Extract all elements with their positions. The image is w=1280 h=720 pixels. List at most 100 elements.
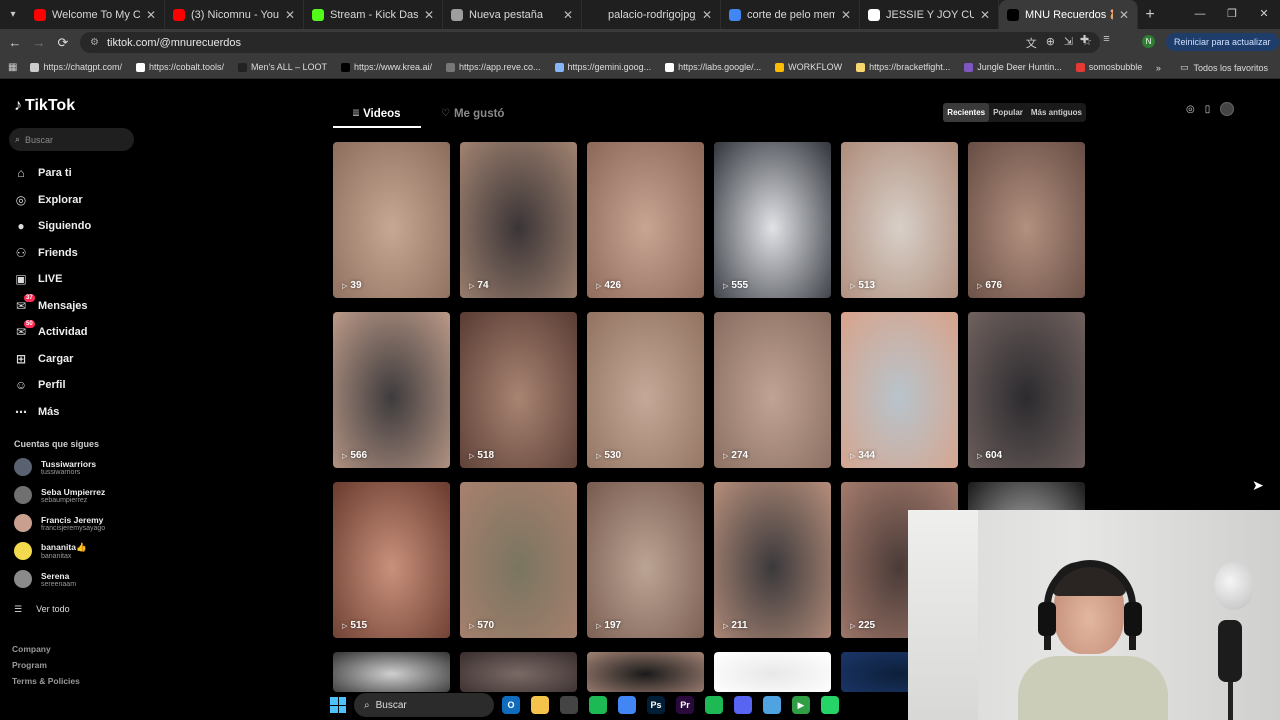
close-tab-icon[interactable]: ✕ xyxy=(702,8,712,22)
sidebar-item-parati[interactable]: ⌂ Para ti xyxy=(14,160,91,187)
tab-search-chevron-icon[interactable]: ▾ xyxy=(0,0,26,29)
footer-link-program[interactable]: Program xyxy=(12,657,80,673)
close-tab-icon[interactable]: ✕ xyxy=(424,8,434,22)
search-input[interactable]: ⌕ Buscar xyxy=(9,128,134,151)
close-tab-icon[interactable]: ✕ xyxy=(146,8,156,22)
restart-to-update-button[interactable]: Reiniciar para actualizar xyxy=(1166,33,1279,51)
all-bookmarks[interactable]: » ▭ Todos los favoritos xyxy=(1156,56,1268,79)
chevron-right-icon[interactable]: » xyxy=(1156,63,1161,73)
bookmark-item[interactable]: Men's ALL – LOOT xyxy=(231,62,334,72)
back-button[interactable]: ← xyxy=(3,35,27,50)
forward-button[interactable]: → xyxy=(27,35,51,50)
sort-recent-button[interactable]: Recientes xyxy=(943,103,990,122)
chrome-icon[interactable] xyxy=(618,696,636,714)
video-thumbnail[interactable]: ▷ 197 xyxy=(587,482,704,638)
bookmark-item[interactable]: https://cobalt.tools/ xyxy=(129,62,231,72)
file-explorer-icon[interactable] xyxy=(531,696,549,714)
browser-tab[interactable]: corte de pelo meme - Bús ✕ xyxy=(721,0,860,29)
footer-link-company[interactable]: Company xyxy=(12,641,80,657)
close-tab-icon[interactable]: ✕ xyxy=(980,8,990,22)
video-thumbnail[interactable] xyxy=(587,652,704,692)
sort-oldest-button[interactable]: Más antiguos xyxy=(1027,103,1086,122)
video-thumbnail[interactable]: ▷ 426 xyxy=(587,142,704,298)
coins-icon[interactable]: ◎ xyxy=(1186,104,1195,115)
apps-grid-icon[interactable]: ▦ xyxy=(8,62,17,73)
extensions-puzzle-icon[interactable]: ✚ xyxy=(1080,33,1089,46)
close-tab-icon[interactable]: ✕ xyxy=(1119,8,1129,22)
sidebar-item-ms[interactable]: ⋯ Más xyxy=(14,399,91,426)
sort-popular-button[interactable]: Popular xyxy=(989,103,1027,122)
sidebar-item-explorar[interactable]: ◎ Explorar xyxy=(14,187,91,214)
translate-icon[interactable]: 文 xyxy=(1026,35,1037,51)
bookmark-item[interactable]: somosbubble xyxy=(1069,62,1150,72)
browser-tab[interactable]: (3) Nicomnu - YouTube ✕ xyxy=(165,0,304,29)
sidebar-item-mensajes[interactable]: ✉ Mensajes 37 xyxy=(14,293,91,320)
browser-tab[interactable]: JESSIE Y JOY CUAL ES CU ✕ xyxy=(860,0,999,29)
bookmark-item[interactable]: Jungle Deer Huntin... xyxy=(957,62,1069,72)
photoshop-icon[interactable]: Ps xyxy=(647,696,665,714)
video-thumbnail[interactable]: ▷ 515 xyxy=(333,482,450,638)
following-account[interactable]: Seba Umpierrez sebaumpierrez xyxy=(14,486,105,504)
close-tab-icon[interactable]: ✕ xyxy=(841,8,851,22)
play-store-icon[interactable]: ▶ xyxy=(792,696,810,714)
media-control-icon[interactable]: ≡ xyxy=(1103,33,1109,46)
close-tab-icon[interactable]: ✕ xyxy=(285,8,295,22)
whatsapp-icon[interactable] xyxy=(821,696,839,714)
bookmark-item[interactable]: WORKFLOW xyxy=(768,62,849,72)
bookmark-item[interactable]: https://gemini.goog... xyxy=(548,62,659,72)
following-account[interactable]: Francis Jeremy francisjeremysayago xyxy=(14,514,105,532)
video-thumbnail[interactable] xyxy=(714,652,831,692)
tab-videos[interactable]: ⦙⦙⦙ Videos xyxy=(353,100,401,127)
footer-link-terms[interactable]: Terms & Policies xyxy=(12,673,80,689)
video-thumbnail[interactable]: ▷ 274 xyxy=(714,312,831,468)
bookmark-item[interactable]: https://app.reve.co... xyxy=(439,62,548,72)
sidebar-item-actividad[interactable]: ✉ Actividad 50 xyxy=(14,319,91,346)
windows-start-icon[interactable] xyxy=(330,697,346,713)
video-thumbnail[interactable]: ▷ 676 xyxy=(968,142,1085,298)
new-tab-button[interactable]: + xyxy=(1138,6,1162,24)
video-thumbnail[interactable]: ▷ 518 xyxy=(460,312,577,468)
video-thumbnail[interactable]: ▷ 39 xyxy=(333,142,450,298)
profile-avatar[interactable]: N xyxy=(1142,35,1155,48)
video-thumbnail[interactable]: ▷ 74 xyxy=(460,142,577,298)
tiktok-logo[interactable]: ♪ TikTok xyxy=(14,97,75,115)
reload-button[interactable]: ⟳ xyxy=(51,35,75,51)
video-thumbnail[interactable]: ▷ 604 xyxy=(968,312,1085,468)
maximize-button[interactable]: ❐ xyxy=(1216,0,1248,29)
sidebar-item-live[interactable]: ▣ LIVE xyxy=(14,266,91,293)
video-thumbnail[interactable]: ▷ 566 xyxy=(333,312,450,468)
spotify-icon[interactable] xyxy=(589,696,607,714)
tab-liked[interactable]: ♡ Me gustó xyxy=(441,100,504,127)
bookmark-item[interactable]: https://www.krea.ai/ xyxy=(334,62,439,72)
video-thumbnail[interactable]: ▷ 530 xyxy=(587,312,704,468)
browser-tab[interactable]: palacio-rodrigojpg_5769(✕ xyxy=(582,0,721,29)
bookmark-item[interactable]: https://chatgpt.com/ xyxy=(23,62,129,72)
install-app-icon[interactable]: ⇲ xyxy=(1064,35,1073,51)
taskbar-search[interactable]: ⌕ Buscar xyxy=(354,693,494,717)
minimize-button[interactable]: — xyxy=(1184,0,1216,29)
bookmark-item[interactable]: https://bracketfight... xyxy=(849,62,957,72)
video-thumbnail[interactable]: ▷ 555 xyxy=(714,142,831,298)
video-thumbnail[interactable] xyxy=(460,652,577,692)
browser-tab[interactable]: Welcome To My Crib - Yo ✕ xyxy=(26,0,165,29)
close-tab-icon[interactable]: ✕ xyxy=(563,8,573,22)
video-thumbnail[interactable]: ▷ 344 xyxy=(841,312,958,468)
outlook-icon[interactable]: O xyxy=(502,696,520,714)
following-account[interactable]: Tussiwarriors tussiwarriors xyxy=(14,458,96,476)
following-account[interactable]: Serena sereenaam xyxy=(14,570,76,588)
discord-icon[interactable] xyxy=(734,696,752,714)
sidebar-item-siguiendo[interactable]: ● Siguiendo xyxy=(14,213,91,240)
notepad-icon[interactable] xyxy=(763,696,781,714)
sidebar-item-perfil[interactable]: ☺ Perfil xyxy=(14,372,91,399)
see-all-button[interactable]: ☰ Ver todo xyxy=(14,604,70,615)
url-input[interactable]: ⚙ tiktok.com/@mnurecuerdos 文 ⊕ ⇲ ☆ xyxy=(80,32,1100,53)
zoom-icon[interactable]: ⊕ xyxy=(1046,35,1055,51)
browser-tab[interactable]: MNU Recuerdos 🐹 (@m ✕ xyxy=(999,0,1138,29)
sidebar-item-friends[interactable]: ⚇ Friends xyxy=(14,240,91,267)
video-thumbnail[interactable] xyxy=(333,652,450,692)
sidebar-item-cargar[interactable]: ⊞ Cargar xyxy=(14,346,91,373)
browser-tab[interactable]: Nueva pestaña ✕ xyxy=(443,0,582,29)
browser-tab[interactable]: Stream - Kick Dashboard ✕ xyxy=(304,0,443,29)
video-thumbnail[interactable]: ▷ 570 xyxy=(460,482,577,638)
bookmark-item[interactable]: https://labs.google/... xyxy=(658,62,768,72)
